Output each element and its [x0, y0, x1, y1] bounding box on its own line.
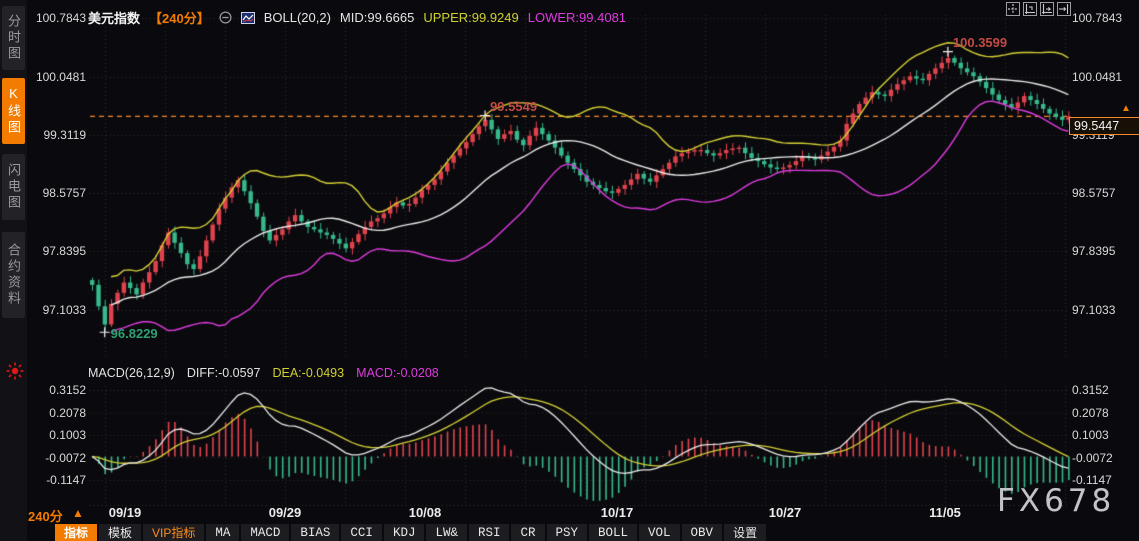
macd-axis-left-label: 0.2078 [49, 405, 86, 420]
y-axis-left-label: 100.7843 [35, 11, 86, 25]
chart-tool-icons [1006, 2, 1071, 16]
crosshair-icon[interactable] [1006, 2, 1020, 16]
y-axis-left-label: 99.3119 [43, 128, 87, 142]
sidebar-tab-3[interactable]: 闪电图 [2, 154, 25, 220]
macd-axis-right-label: 0.3152 [1072, 383, 1109, 397]
x-axis-date-label: 09/19 [108, 505, 142, 520]
footer-period-label[interactable]: 240分 [28, 506, 63, 525]
boll-lower-value: LOWER:99.4081 [527, 10, 627, 25]
toolbar-item-BIAS[interactable]: BIAS [291, 524, 340, 541]
boll-label: BOLL(20,2) [263, 10, 331, 25]
macd-diff-value: DIFF:-0.0597 [186, 366, 261, 380]
price-annotation: 100.3599 [952, 34, 1008, 50]
y-axis-right-label: 97.8395 [1072, 244, 1116, 258]
toolbar-item-CR[interactable]: CR [511, 524, 545, 541]
toolbar-item-设置[interactable]: 设置 [724, 524, 767, 541]
macd-axis-left-label: 0.3152 [49, 383, 86, 397]
toolbar-item-OBV[interactable]: OBV [681, 524, 723, 541]
macd-axis-right-label: 0.1003 [1072, 428, 1109, 442]
toolbar-item-CCI[interactable]: CCI [341, 524, 382, 541]
boll-mid-value: MID:99.6665 [339, 10, 415, 25]
y-axis-right-label: 98.5757 [1072, 186, 1116, 200]
y-axis-left-label: 100.0481 [35, 70, 86, 84]
macd-axis-left-label: -0.1147 [46, 473, 86, 487]
axis-fit-icon[interactable] [1023, 2, 1037, 16]
toolbar-item-LW&[interactable]: LW& [426, 524, 467, 541]
x-axis-date-label: 10/08 [408, 505, 442, 520]
current-price-value: 99.5447 [1074, 119, 1120, 133]
price-annotation: 99.5549 [490, 98, 538, 114]
mini-chart-icon[interactable] [240, 11, 255, 24]
indicator-toolbar: 指标 模板 VIP指标 MA MACD BIAS CCI KDJ LW& RSI CR PSY BOLL… [55, 524, 767, 541]
toolbar-item-指标[interactable]: 指标 [55, 524, 98, 541]
x-axis-date-label: 09/29 [268, 505, 302, 520]
macd-macd-value: MACD:-0.0208 [356, 366, 439, 380]
axis-shift-icon[interactable] [1057, 2, 1071, 16]
macd-axis-left-label: 0.1003 [49, 428, 86, 442]
y-axis-left-label: 98.5757 [42, 186, 86, 200]
x-axis-date-label: 10/17 [600, 505, 634, 520]
toolbar-item-VIP指标[interactable]: VIP指标 [143, 524, 205, 541]
toolbar-item-KDJ[interactable]: KDJ [383, 524, 425, 541]
x-axis-date-label: 10/27 [768, 505, 802, 520]
y-axis-left-label: 97.8395 [42, 244, 86, 258]
macd-header: MACD(26,12,9) DIFF:-0.0597 DEA:-0.0493 M… [88, 366, 439, 380]
watermark: FX678 [997, 483, 1116, 519]
toolbar-item-BOLL[interactable]: BOLL [589, 524, 638, 541]
symbol-title: 美元指数 [88, 11, 141, 26]
y-axis-right-label: 97.1033 [1072, 303, 1116, 317]
price-marker-icon[interactable]: ▲ [1121, 103, 1131, 114]
boll-upper-value: UPPER:99.9249 [423, 10, 519, 25]
current-price-box: 99.5447 [1069, 117, 1139, 135]
sidebar-tab-4[interactable]: 合约资料 [2, 232, 25, 318]
chart-header: 美元指数 【240分】 BOLL(20,2) MID:99.6665 UPPER… [88, 8, 626, 27]
toolbar-item-VOL[interactable]: VOL [639, 524, 680, 541]
toolbar-item-PSY[interactable]: PSY [546, 524, 588, 541]
y-axis-right-label: 100.0481 [1072, 70, 1123, 84]
toolbar-item-MACD[interactable]: MACD [241, 524, 290, 541]
toolbar-item-RSI[interactable]: RSI [468, 524, 510, 541]
macd-axis-left-label: -0.0072 [45, 450, 86, 465]
period-dropdown-icon[interactable]: ▲ [72, 506, 84, 520]
macd-dea-value: DEA:-0.0493 [272, 366, 345, 380]
sidebar-tab-1[interactable]: 分时图 [2, 6, 25, 70]
macd-title: MACD(26,12,9) [88, 366, 175, 380]
y-axis-left-label: 97.1033 [42, 303, 86, 317]
macd-axis-right-label: 0.2078 [1072, 405, 1109, 420]
toolbar-item-MA[interactable]: MA [206, 524, 240, 541]
collapse-icon[interactable] [219, 11, 232, 24]
y-axis-right-label: 100.7843 [1072, 11, 1123, 25]
price-annotation: 96.8229 [110, 326, 158, 342]
toolbar-item-模板[interactable]: 模板 [99, 524, 142, 541]
period-badge[interactable]: 【240分】 [149, 8, 210, 27]
axis-scale-icon[interactable] [1040, 2, 1054, 16]
x-axis-date-label: 11/05 [929, 505, 961, 520]
macd-axis-right-label: -0.0072 [1072, 450, 1113, 465]
sidebar-tab-2[interactable]: K线图 [2, 78, 25, 144]
alert-blink-icon[interactable] [6, 362, 24, 380]
candlestick-chart-canvas[interactable] [0, 0, 1139, 541]
left-sidebar: 分时图 K线图闪电图合约资料 [0, 0, 27, 541]
